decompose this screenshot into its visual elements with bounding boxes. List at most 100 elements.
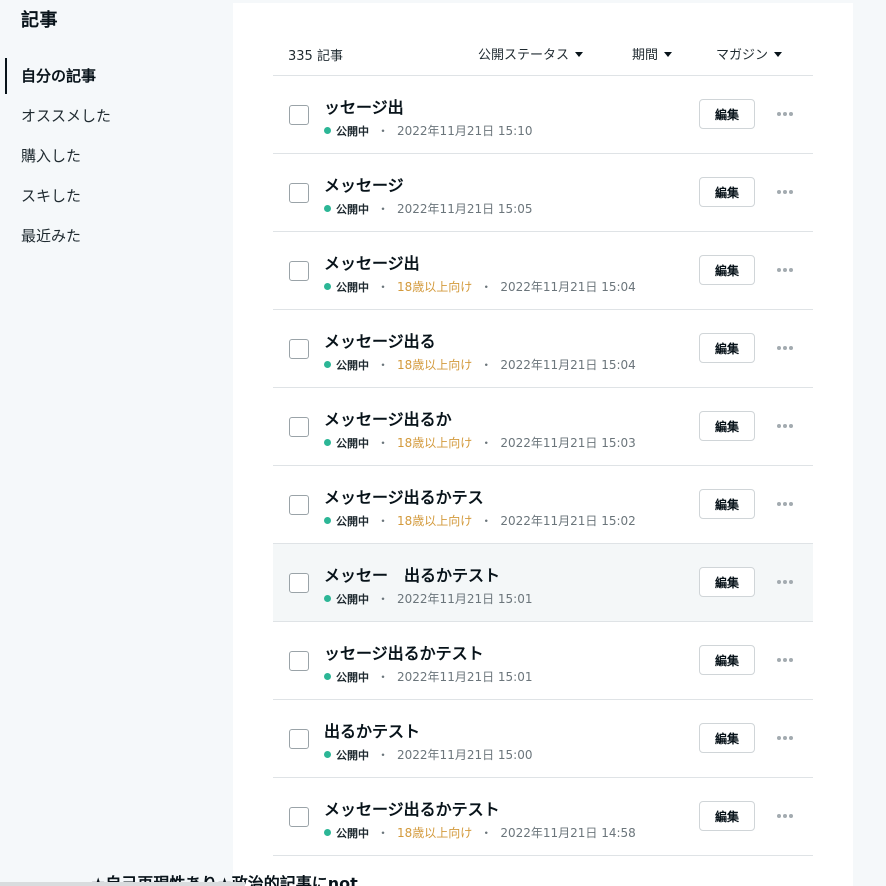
publish-date: 2022年11月21日 14:58: [500, 826, 636, 840]
separator: ・: [377, 826, 390, 840]
separator: ・: [377, 280, 390, 294]
article-row[interactable]: メッセー 出るかテスト 公開中・ 2022年11月21日 15:01 編集: [273, 544, 813, 622]
more-options-icon[interactable]: [775, 417, 795, 435]
article-title[interactable]: ッセージ出るかテスト: [324, 640, 484, 664]
separator: ・: [377, 202, 390, 216]
article-row[interactable]: ッセージ出公開中・ 2022年11月21日 15:10 編集: [273, 76, 813, 154]
separator: ・: [480, 436, 493, 450]
sidebar-item-purchased[interactable]: 購入した: [0, 136, 233, 176]
list-header: 335 記事 公開ステータス 期間 マガジン: [273, 39, 813, 76]
edit-button[interactable]: 編集: [699, 177, 755, 207]
article-title[interactable]: 出るかテスト: [324, 718, 420, 742]
more-options-icon[interactable]: [775, 573, 795, 591]
edit-button[interactable]: 編集: [699, 489, 755, 519]
article-row[interactable]: 出るかテスト 公開中・ 2022年11月21日 15:00 編集: [273, 700, 813, 778]
edit-button[interactable]: 編集: [699, 255, 755, 285]
article-row[interactable]: メッセージ公開中・ 2022年11月21日 15:05 編集: [273, 154, 813, 232]
sidebar: 記事 自分の記事 オススメした 購入した スキした 最近みた: [0, 0, 233, 886]
status-filter-label: 公開ステータス: [478, 48, 570, 63]
article-meta: 公開中・ 18歳以上向け・ 2022年11月21日 15:04: [324, 356, 636, 373]
more-options-icon[interactable]: [775, 495, 795, 513]
select-checkbox[interactable]: [289, 651, 309, 671]
article-title[interactable]: メッセージ出るかテスト: [324, 796, 500, 820]
select-checkbox[interactable]: [289, 573, 309, 593]
more-options-icon[interactable]: [775, 183, 795, 201]
horizontal-scrollbar[interactable]: [0, 882, 245, 886]
page: 記事 自分の記事 オススメした 購入した スキした 最近みた 335 記事 公開…: [0, 0, 886, 886]
edit-button[interactable]: 編集: [699, 99, 755, 129]
publish-date: 2022年11月21日 15:01: [397, 670, 533, 684]
article-title[interactable]: メッセージ出るか: [324, 406, 452, 430]
separator: ・: [377, 436, 390, 450]
more-options-icon[interactable]: [775, 261, 795, 279]
period-filter-dropdown[interactable]: 期間: [632, 44, 673, 63]
article-meta: 公開中・ 2022年11月21日 15:05: [324, 200, 533, 217]
separator: ・: [480, 358, 493, 372]
article-title[interactable]: メッセージ出る: [324, 328, 436, 352]
more-options-icon[interactable]: [775, 651, 795, 669]
magazine-filter-label: マガジン: [716, 48, 769, 63]
age-restriction-label: 18歳以上向け: [397, 826, 473, 840]
published-dot-icon: [324, 205, 331, 212]
article-title[interactable]: メッセージ出: [324, 250, 420, 274]
article-meta: 公開中・ 18歳以上向け・ 2022年11月21日 15:02: [324, 512, 636, 529]
article-row[interactable]: メッセージ出公開中・ 18歳以上向け・ 2022年11月21日 15:04 編集: [273, 232, 813, 310]
edit-button[interactable]: 編集: [699, 723, 755, 753]
separator: ・: [377, 358, 390, 372]
edit-button[interactable]: 編集: [699, 801, 755, 831]
separator: ・: [377, 748, 390, 762]
select-checkbox[interactable]: [289, 495, 309, 515]
article-title[interactable]: ッセージ出: [324, 94, 404, 118]
select-checkbox[interactable]: [289, 729, 309, 749]
article-row[interactable]: メッセージ出るかテスト 公開中・ 18歳以上向け・ 2022年11月21日 14:58…: [273, 778, 813, 856]
select-checkbox[interactable]: [289, 105, 309, 125]
article-title[interactable]: メッセー 出るかテスト: [324, 562, 500, 586]
separator: ・: [480, 514, 493, 528]
status-filter-dropdown[interactable]: 公開ステータス: [478, 44, 584, 63]
article-row[interactable]: メッセージ出る 公開中・ 18歳以上向け・ 2022年11月21日 15:04 編集: [273, 310, 813, 388]
article-meta: 公開中・ 18歳以上向け・ 2022年11月21日 15:03: [324, 434, 636, 451]
edit-button[interactable]: 編集: [699, 645, 755, 675]
status-label: 公開中: [336, 748, 369, 762]
article-list: ッセージ出 公開中・ 2022年11月21日 15:10 編集 メッセージ 公開中・ 202…: [273, 76, 813, 856]
select-checkbox[interactable]: [289, 339, 309, 359]
sidebar-item-liked[interactable]: スキした: [0, 176, 233, 216]
status-label: 公開中: [336, 124, 369, 138]
published-dot-icon: [324, 829, 331, 836]
edit-button[interactable]: 編集: [699, 567, 755, 597]
magazine-filter-dropdown[interactable]: マガジン: [716, 44, 783, 63]
more-options-icon[interactable]: [775, 105, 795, 123]
more-options-icon[interactable]: [775, 729, 795, 747]
sidebar-title: 記事: [21, 10, 58, 31]
separator: ・: [480, 280, 493, 294]
article-row[interactable]: メッセージ出るかテス 公開中・ 18歳以上向け・ 2022年11月21日 15:02 編…: [273, 466, 813, 544]
article-title[interactable]: メッセージ出るかテス: [324, 484, 484, 508]
article-meta: 公開中・ 2022年11月21日 15:10: [324, 122, 533, 139]
separator: ・: [377, 124, 390, 138]
more-options-icon[interactable]: [775, 807, 795, 825]
sidebar-item-my-articles[interactable]: 自分の記事: [0, 56, 233, 96]
status-label: 公開中: [336, 592, 369, 606]
published-dot-icon: [324, 361, 331, 368]
age-restriction-label: 18歳以上向け: [397, 514, 473, 528]
select-checkbox[interactable]: [289, 807, 309, 827]
article-meta: 公開中・ 18歳以上向け・ 2022年11月21日 15:04: [324, 278, 636, 295]
article-title[interactable]: メッセージ: [324, 172, 404, 196]
article-row[interactable]: メッセージ出るか 公開中・ 18歳以上向け・ 2022年11月21日 15:03 編集: [273, 388, 813, 466]
sidebar-item-recommended[interactable]: オススメした: [0, 96, 233, 136]
edit-button[interactable]: 編集: [699, 411, 755, 441]
status-label: 公開中: [336, 280, 369, 294]
publish-date: 2022年11月21日 15:01: [397, 592, 533, 606]
edit-button[interactable]: 編集: [699, 333, 755, 363]
caret-down-icon: [664, 52, 673, 57]
select-checkbox[interactable]: [289, 183, 309, 203]
select-checkbox[interactable]: [289, 261, 309, 281]
published-dot-icon: [324, 439, 331, 446]
status-label: 公開中: [336, 514, 369, 528]
sidebar-item-recently-viewed[interactable]: 最近みた: [0, 216, 233, 256]
publish-date: 2022年11月21日 15:04: [500, 358, 636, 372]
more-options-icon[interactable]: [775, 339, 795, 357]
article-row[interactable]: ッセージ出るかテスト 公開中・ 2022年11月21日 15:01 編集: [273, 622, 813, 700]
publish-date: 2022年11月21日 15:03: [500, 436, 636, 450]
select-checkbox[interactable]: [289, 417, 309, 437]
